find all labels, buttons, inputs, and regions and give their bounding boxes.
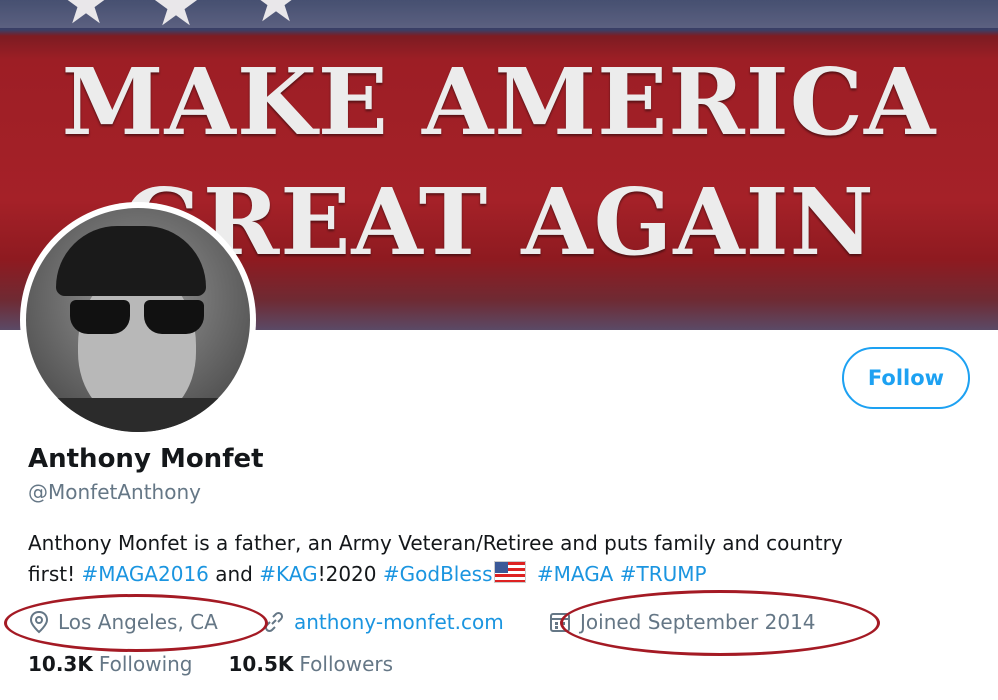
- star-icon: ★: [150, 0, 202, 39]
- calendar-icon: [550, 613, 570, 632]
- profile-location: Los Angeles, CA: [28, 605, 218, 639]
- profile-handle: @MonfetAnthony: [28, 480, 201, 504]
- profile-name: Anthony Monfet: [28, 444, 264, 474]
- bio-text: first!: [28, 562, 82, 586]
- following-label: Following: [98, 652, 193, 676]
- location-text: Los Angeles, CA: [58, 610, 218, 634]
- joined-text: Joined September 2014: [580, 610, 816, 634]
- hashtag-link[interactable]: #GodBless: [383, 562, 493, 586]
- us-flag-icon: [494, 561, 527, 583]
- bio-text: !2020: [317, 562, 383, 586]
- followers-count: 10.5K: [228, 652, 294, 676]
- avatar[interactable]: [20, 202, 256, 438]
- followers-label: Followers: [299, 652, 394, 676]
- profile-website[interactable]: anthony-monfet.com: [262, 605, 504, 639]
- star-icon: ★: [250, 0, 302, 35]
- avatar-photo: [26, 208, 250, 432]
- profile-stats: 10.3K Following 10.5K Followers: [28, 652, 393, 676]
- bio-text: and: [208, 562, 260, 586]
- avatar-shirt: [26, 398, 250, 432]
- hashtag-link[interactable]: #MAGA: [537, 562, 614, 586]
- hashtag-link[interactable]: #MAGA2016: [81, 562, 208, 586]
- star-icon: ★: [60, 0, 112, 37]
- profile-page: ★ ★ ★ MAKE AMERICA GREAT AGAIN Follow An…: [0, 0, 998, 700]
- following-count: 10.3K: [28, 652, 93, 676]
- profile-bio: Anthony Monfet is a father, an Army Vete…: [28, 528, 958, 590]
- hashtag-link[interactable]: #TRUMP: [620, 562, 707, 586]
- bio-line1: Anthony Monfet is a father, an Army Vete…: [28, 531, 843, 555]
- link-icon: [264, 611, 284, 633]
- following-stat[interactable]: 10.3K Following: [28, 652, 193, 676]
- avatar-cap: [56, 226, 206, 296]
- followers-stat[interactable]: 10.5K Followers: [229, 652, 394, 676]
- hashtag-link[interactable]: #KAG: [259, 562, 317, 586]
- follow-button[interactable]: Follow: [842, 347, 970, 409]
- banner-headline-line1: MAKE AMERICA: [61, 48, 937, 156]
- profile-joined: Joined September 2014: [548, 605, 816, 639]
- avatar-glasses: [70, 300, 208, 336]
- website-link[interactable]: anthony-monfet.com: [294, 610, 504, 634]
- location-pin-icon: [29, 610, 49, 634]
